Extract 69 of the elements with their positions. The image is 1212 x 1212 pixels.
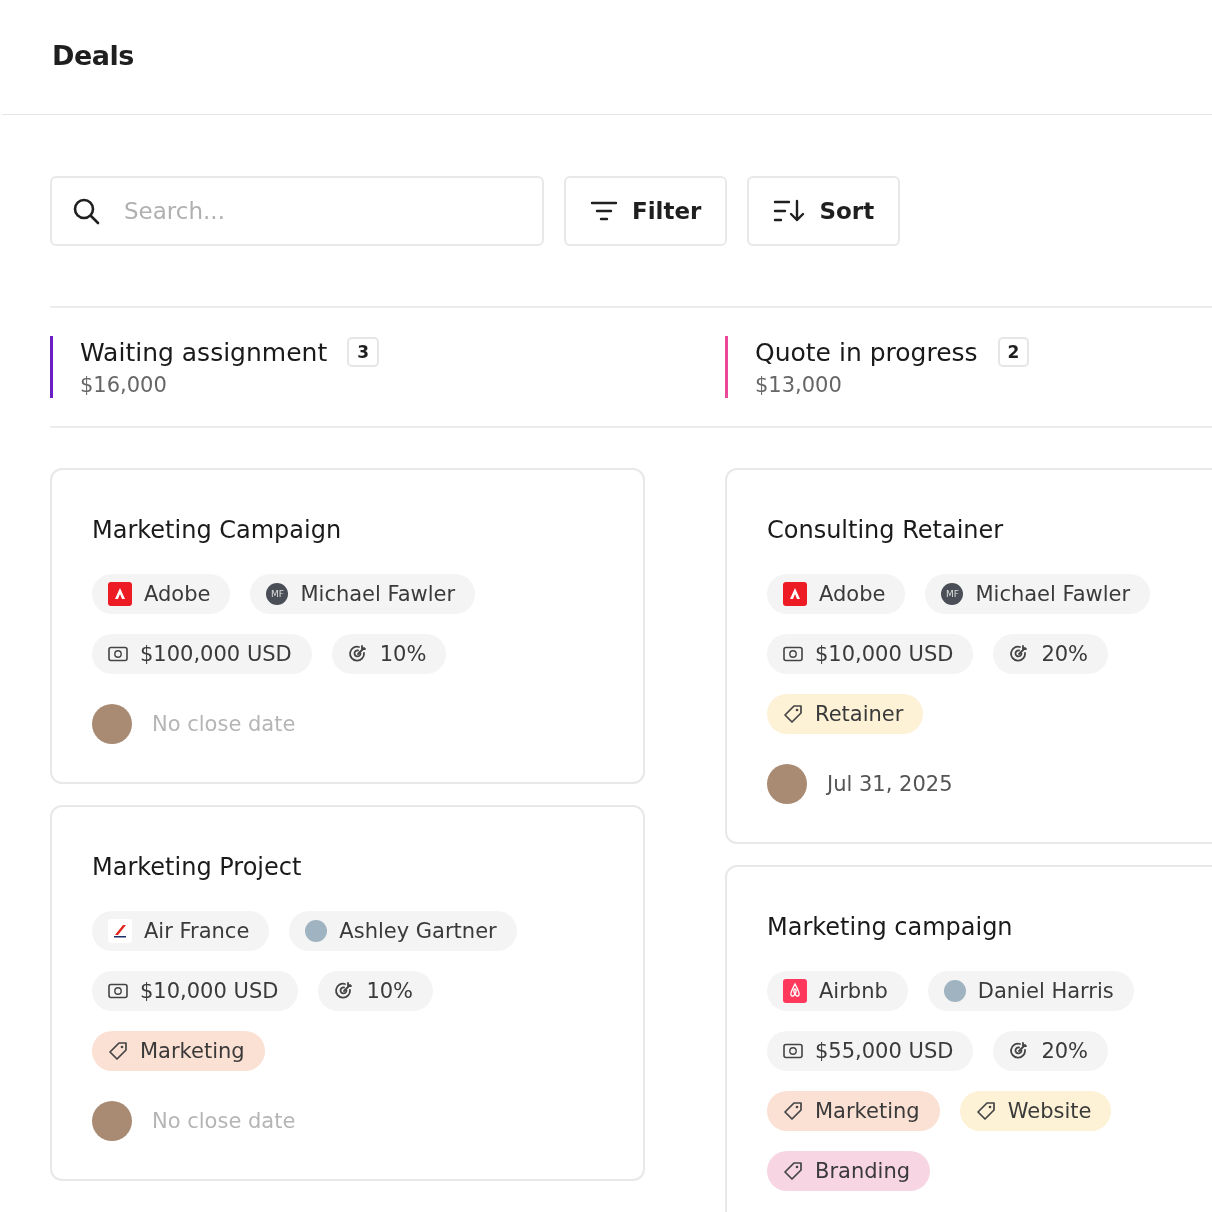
tag-chip[interactable]: Marketing — [767, 1091, 940, 1131]
owner-chip[interactable]: Ashley Gartner — [289, 911, 517, 951]
company-logo-icon — [108, 582, 132, 606]
amount-chip: $100,000 USD — [92, 634, 312, 674]
avatar-placeholder — [767, 764, 807, 804]
page-title: Deals — [52, 39, 134, 71]
column-title: Waiting assignment — [80, 337, 328, 367]
company-logo-icon — [783, 979, 807, 1003]
company-chip[interactable]: Air France — [92, 911, 270, 951]
deal-card[interactable]: Marketing Project Air France Ashley Gartner $10,000 USD 10% Marketing No close date — [50, 805, 645, 1181]
deal-title: Marketing campaign — [767, 913, 1014, 941]
initials-avatar: MF — [266, 583, 289, 605]
search-icon — [72, 197, 100, 225]
company-chip[interactable]: Adobe — [767, 574, 906, 614]
close-date: No close date — [152, 712, 296, 736]
tag-chip[interactable]: Branding — [767, 1151, 931, 1191]
avatar-placeholder — [943, 980, 966, 1002]
probability-chip: 10% — [318, 971, 434, 1011]
probability-chip: 20% — [993, 1031, 1109, 1071]
tag-chip[interactable]: Marketing — [92, 1031, 265, 1071]
avatar-placeholder — [305, 920, 328, 942]
tag-icon — [975, 1101, 996, 1121]
initials-avatar: MF — [941, 583, 964, 605]
sort-icon — [773, 199, 806, 223]
target-icon — [334, 981, 355, 1001]
banknote-icon — [108, 983, 128, 999]
sort-button[interactable]: Sort — [747, 176, 901, 246]
tag-icon — [783, 704, 803, 724]
deal-count: 2 — [997, 337, 1030, 367]
tag-icon — [783, 1101, 803, 1121]
company-chip[interactable]: Adobe — [92, 574, 231, 614]
column-total: $13,000 — [755, 373, 843, 397]
amount-chip: $55,000 USD — [767, 1031, 974, 1071]
column-title: Quote in progress — [755, 337, 978, 367]
search-field[interactable]: Search... — [50, 176, 544, 246]
probability-chip: 20% — [993, 634, 1109, 674]
banknote-icon — [108, 646, 128, 662]
filter-button[interactable]: Filter — [564, 176, 728, 246]
company-chip[interactable]: Airbnb — [767, 971, 908, 1011]
deal-title: Consulting Retainer — [767, 516, 1005, 544]
tag-icon — [108, 1041, 128, 1061]
target-icon — [347, 644, 368, 664]
deal-title: Marketing Project — [92, 853, 303, 881]
tag-icon — [783, 1161, 803, 1181]
close-date: No close date — [152, 1109, 296, 1133]
deal-card[interactable]: Marketing campaign Airbnb Daniel Harris $55,000 USD 20% Marketing Website Branding — [725, 865, 1212, 1212]
tag-chip[interactable]: Website — [959, 1091, 1112, 1131]
close-date: Jul 31, 2025 — [827, 772, 953, 796]
target-icon — [1009, 644, 1030, 664]
banknote-icon — [783, 646, 803, 662]
owner-chip[interactable]: MF Michael Fawler — [925, 574, 1151, 614]
avatar-placeholder — [92, 704, 132, 744]
deal-count: 3 — [347, 337, 380, 367]
deal-title: Marketing Campaign — [92, 516, 343, 544]
company-logo-icon — [108, 919, 132, 943]
tag-chip[interactable]: Retainer — [767, 694, 924, 734]
deal-card[interactable]: Consulting Retainer Adobe MF Michael Fawler $10,000 USD 20% Retainer Jul 31, 2025 — [725, 468, 1212, 844]
deal-card[interactable]: Marketing Campaign Adobe MF Michael Fawler $100,000 USD 10% No close date — [50, 468, 645, 784]
avatar-placeholder — [92, 1101, 132, 1141]
filter-icon — [590, 200, 618, 222]
amount-chip: $10,000 USD — [92, 971, 299, 1011]
amount-chip: $10,000 USD — [767, 634, 974, 674]
banknote-icon — [783, 1043, 803, 1059]
company-logo-icon — [783, 582, 807, 606]
owner-chip[interactable]: Daniel Harris — [927, 971, 1134, 1011]
probability-chip: 10% — [331, 634, 447, 674]
owner-chip[interactable]: MF Michael Fawler — [250, 574, 476, 614]
target-icon — [1009, 1041, 1030, 1061]
column-total: $16,000 — [80, 373, 168, 397]
